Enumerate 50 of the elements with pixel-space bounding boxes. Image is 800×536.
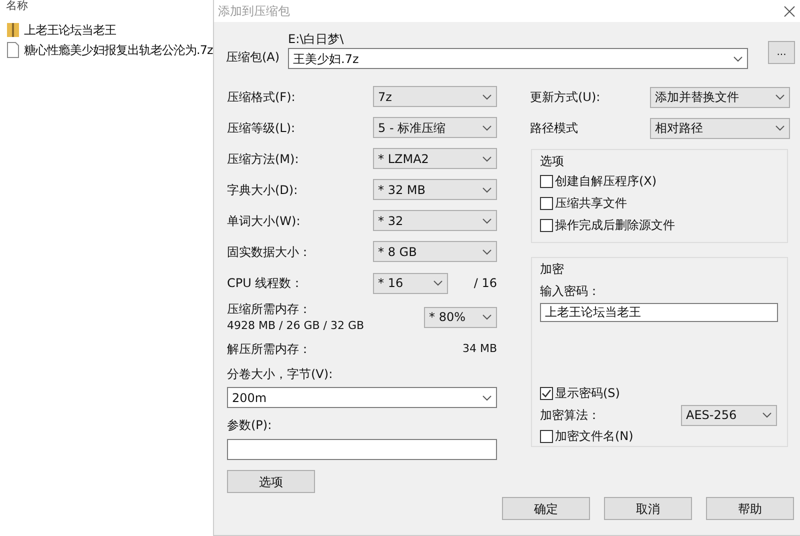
group-title: 选项	[540, 153, 565, 170]
field-label: 压缩包(A)	[226, 49, 280, 66]
dropdown[interactable]: * 80%	[424, 306, 497, 328]
thread-max: / 16	[474, 275, 497, 292]
field-label: 固实数据大小：	[227, 244, 311, 260]
field-label: 加密算法：	[540, 407, 600, 424]
field-label: 输入密码：	[540, 283, 601, 300]
dropdown[interactable]: 5 - 标准压缩	[373, 117, 497, 138]
field-label: 压缩等级(L):	[227, 120, 296, 136]
browse-button[interactable]: ...	[768, 41, 795, 64]
field-label: 压缩所需内存：	[227, 300, 312, 318]
dropdown[interactable]: 相对路径	[650, 118, 790, 138]
dropdown[interactable]: * 8 GB	[373, 241, 497, 262]
field-label: 参数(P):	[227, 417, 273, 434]
dialog-button[interactable]: 确定	[502, 497, 590, 520]
options-button[interactable]: 选项	[227, 470, 315, 493]
field-label: 分卷大小，字节(V):	[227, 366, 334, 383]
window-title: 添加到压缩包	[218, 3, 290, 20]
field-label: 压缩格式(F):	[227, 88, 296, 106]
checkbox-label: 加密文件名(N)	[555, 428, 634, 446]
checkbox-label: 创建自解压程序(X)	[555, 173, 657, 190]
memory-value: 34 MB	[462, 340, 497, 357]
field-label: 更新方式(U):	[530, 89, 600, 106]
dropdown[interactable]: * LZMA2	[373, 148, 497, 169]
dropdown[interactable]: 200m	[227, 387, 497, 408]
field-label: 解压所需内存：	[227, 341, 311, 358]
file-name[interactable]: 上老王论坛当老王	[24, 21, 116, 39]
dropdown[interactable]: * 32 MB	[373, 179, 497, 200]
dropdown[interactable]: * 16	[373, 272, 448, 294]
checkbox-label: 压缩共享文件	[555, 195, 627, 212]
dropdown[interactable]: * 32	[373, 210, 497, 231]
password-field[interactable]: 上老王论坛当老王	[540, 303, 778, 322]
field-label: 单词大小(W):	[227, 212, 300, 230]
field-label: 路径模式	[530, 120, 578, 137]
file-name[interactable]: 糖心性瘾美少妇报复出轨老公沦为.7z	[24, 41, 213, 59]
memory-usage: 4928 MB / 26 GB / 32 GB	[227, 318, 364, 334]
column-header: 名称	[6, 0, 29, 12]
dropdown[interactable]: 7z	[373, 86, 497, 107]
archive-path: E:\白日梦\	[288, 31, 345, 48]
dropdown[interactable]: 王美少妇.7z	[288, 48, 748, 69]
checkbox-label: 显示密码(S)	[555, 385, 620, 402]
dialog-button[interactable]: 取消	[604, 497, 692, 520]
checkbox-label: 操作完成后删除源文件	[555, 217, 675, 234]
dropdown[interactable]: 添加并替换文件	[650, 86, 790, 108]
dropdown[interactable]: AES-256	[681, 404, 777, 426]
group-title: 加密	[540, 261, 565, 278]
field-label: 字典大小(D):	[227, 182, 298, 198]
field-label: CPU 线程数：	[227, 275, 304, 292]
dialog-button[interactable]: 帮助	[706, 497, 794, 520]
field-label: 压缩方法(M):	[227, 150, 299, 168]
